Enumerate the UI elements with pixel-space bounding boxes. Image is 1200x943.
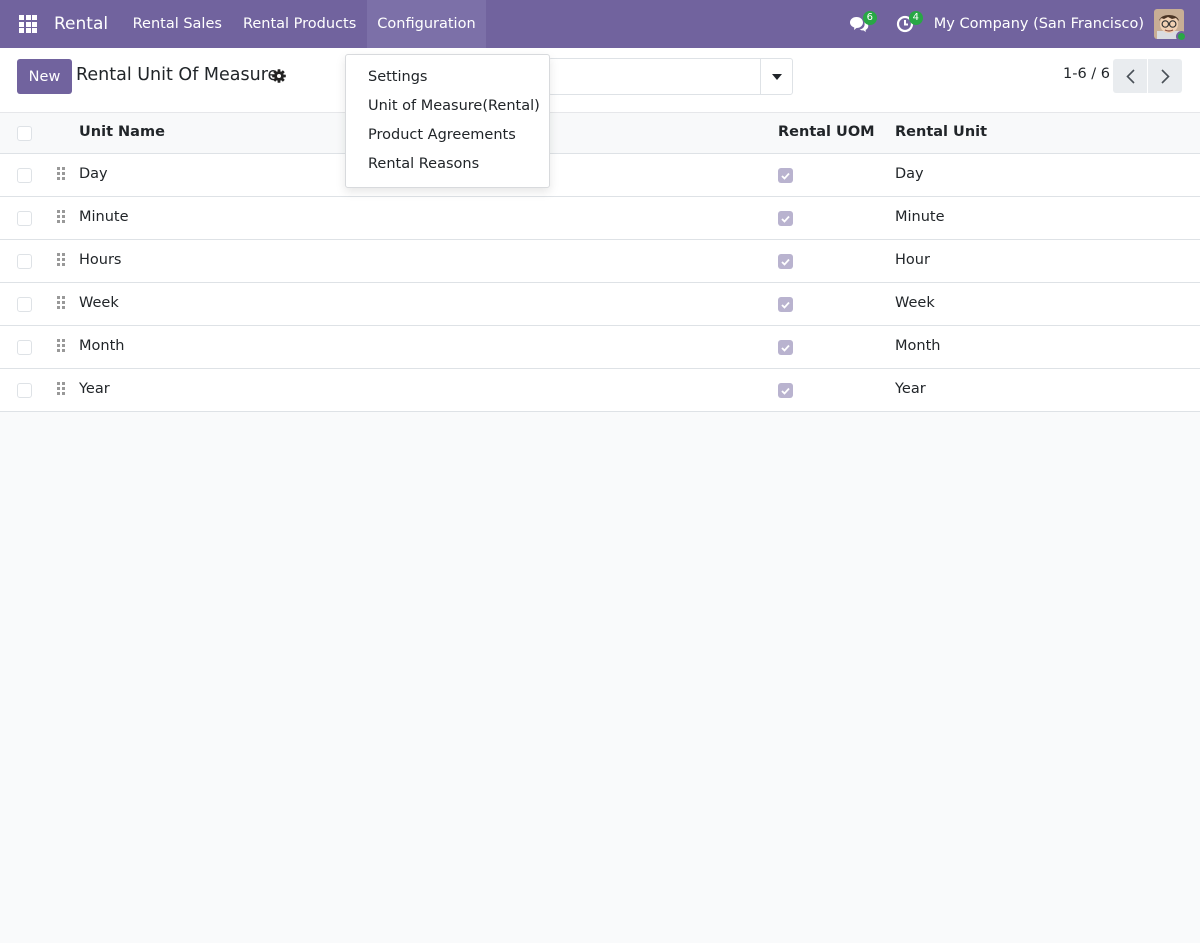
check-icon — [781, 258, 790, 266]
pager-value[interactable]: 1-6 / 6 — [1063, 66, 1110, 82]
pager-previous-button[interactable] — [1113, 59, 1147, 93]
caret-down-icon — [771, 73, 782, 80]
row-select-checkbox[interactable] — [17, 211, 32, 226]
uom-list: Unit Name Rental UOM Rental Unit Day Day M… — [0, 113, 1200, 412]
column-header-rental-unit[interactable]: Rental Unit — [895, 124, 987, 140]
drag-handle-icon[interactable] — [57, 339, 65, 353]
search-input[interactable] — [548, 58, 793, 95]
menu-rental-products[interactable]: Rental Products — [232, 0, 366, 48]
rental-uom-checkbox — [778, 211, 793, 226]
user-avatar[interactable] — [1154, 9, 1187, 42]
chevron-right-icon — [1160, 68, 1170, 84]
rental-unit-cell[interactable]: Minute — [895, 209, 945, 225]
app-brand[interactable]: Rental — [50, 0, 112, 48]
table-row[interactable]: Day Day — [0, 154, 1200, 197]
table-row[interactable]: Hours Hour — [0, 240, 1200, 283]
search-options-toggle[interactable] — [760, 59, 792, 94]
messages-count-badge: 6 — [862, 11, 877, 25]
unit-name-cell[interactable]: Year — [79, 381, 110, 397]
app-menu-icon[interactable] — [6, 0, 50, 48]
check-icon — [781, 172, 790, 180]
menu-item-unit-of-measure-rental[interactable]: Unit of Measure(Rental) — [346, 92, 549, 121]
unit-name-cell[interactable]: Day — [79, 166, 108, 182]
rental-uom-checkbox — [778, 340, 793, 355]
menu-item-rental-reasons[interactable]: Rental Reasons — [346, 150, 549, 179]
table-row[interactable]: Year Year — [0, 369, 1200, 412]
menu-item-settings[interactable]: Settings — [346, 63, 549, 92]
menu-configuration[interactable]: Configuration — [366, 0, 487, 48]
unit-name-cell[interactable]: Hours — [79, 252, 121, 268]
rental-uom-checkbox — [778, 168, 793, 183]
company-switcher[interactable]: My Company (San Francisco) — [928, 16, 1154, 32]
rental-uom-checkbox — [778, 254, 793, 269]
table-row[interactable]: Month Month — [0, 326, 1200, 369]
rental-unit-cell[interactable]: Year — [895, 381, 926, 397]
rental-unit-cell[interactable]: Week — [895, 295, 935, 311]
rental-unit-cell[interactable]: Hour — [895, 252, 930, 268]
row-select-checkbox[interactable] — [17, 297, 32, 312]
column-header-rental-uom[interactable]: Rental UOM — [778, 124, 875, 140]
drag-handle-icon[interactable] — [57, 382, 65, 396]
drag-handle-icon[interactable] — [57, 210, 65, 224]
select-all-checkbox[interactable] — [17, 126, 32, 141]
messages-button[interactable]: 6 — [836, 0, 882, 48]
activities-button[interactable]: 4 — [882, 0, 928, 48]
drag-handle-icon[interactable] — [57, 253, 65, 267]
drag-handle-icon[interactable] — [57, 296, 65, 310]
check-icon — [781, 387, 790, 395]
rental-uom-checkbox — [778, 383, 793, 398]
drag-handle-icon[interactable] — [57, 167, 65, 181]
unit-name-cell[interactable]: Week — [79, 295, 119, 311]
check-icon — [781, 215, 790, 223]
gear-icon[interactable] — [272, 69, 286, 83]
activities-count-badge: 4 — [908, 11, 923, 25]
configuration-dropdown: Settings Unit of Measure(Rental) Product… — [345, 54, 550, 188]
row-select-checkbox[interactable] — [17, 168, 32, 183]
page-title: Rental Unit Of Measure — [76, 65, 279, 85]
online-status-dot — [1176, 31, 1187, 42]
top-navbar: Rental Rental Sales Rental Products Conf… — [0, 0, 1200, 48]
row-select-checkbox[interactable] — [17, 383, 32, 398]
row-select-checkbox[interactable] — [17, 254, 32, 269]
new-button[interactable]: New — [17, 59, 72, 94]
unit-name-cell[interactable]: Month — [79, 338, 124, 354]
menu-item-product-agreements[interactable]: Product Agreements — [346, 121, 549, 150]
control-panel: New Rental Unit Of Measure 1-6 / 6 — [0, 48, 1200, 113]
row-select-checkbox[interactable] — [17, 340, 32, 355]
chevron-left-icon — [1125, 68, 1135, 84]
rental-unit-cell[interactable]: Day — [895, 166, 924, 182]
check-icon — [781, 344, 790, 352]
column-header-unit-name[interactable]: Unit Name — [79, 124, 165, 140]
table-row[interactable]: Minute Minute — [0, 197, 1200, 240]
table-header: Unit Name Rental UOM Rental Unit — [0, 113, 1200, 154]
rental-unit-cell[interactable]: Month — [895, 338, 940, 354]
unit-name-cell[interactable]: Minute — [79, 209, 129, 225]
check-icon — [781, 301, 790, 309]
rental-uom-checkbox — [778, 297, 793, 312]
pager-next-button[interactable] — [1148, 59, 1182, 93]
menu-rental-sales[interactable]: Rental Sales — [122, 0, 232, 48]
table-row[interactable]: Week Week — [0, 283, 1200, 326]
